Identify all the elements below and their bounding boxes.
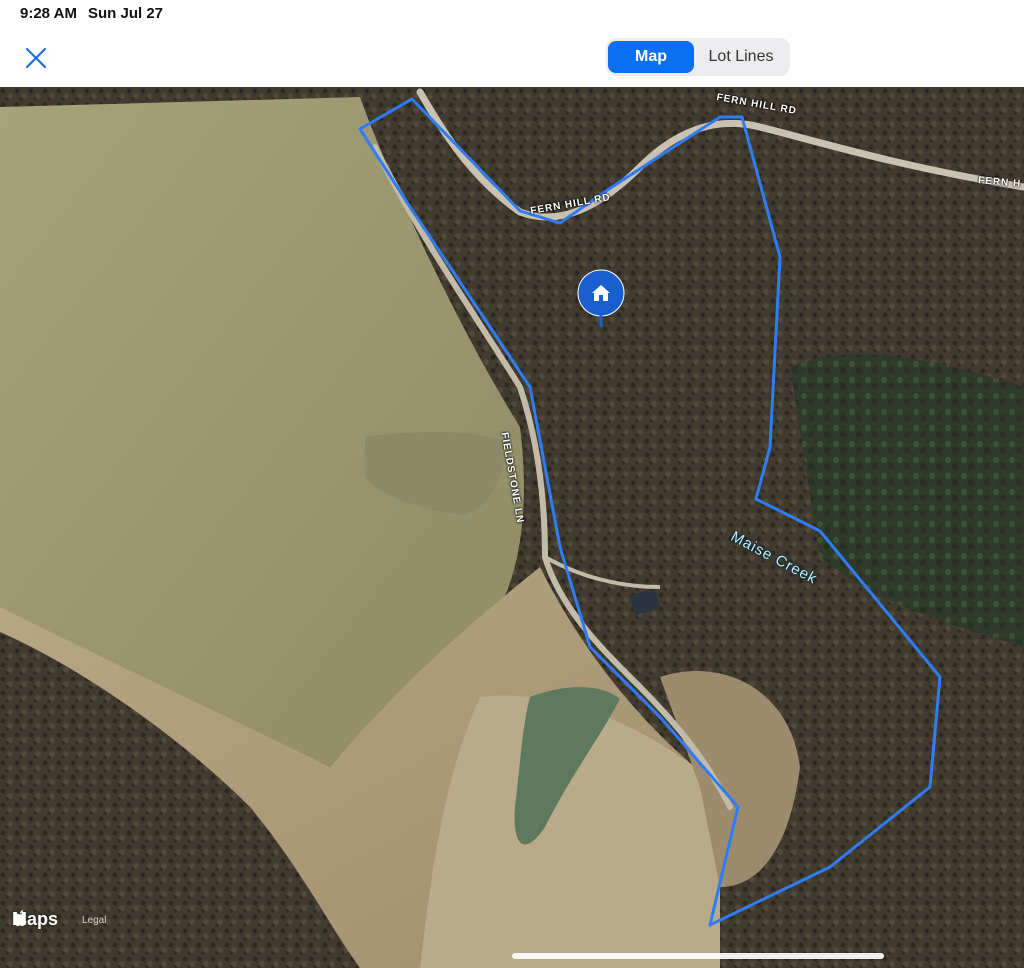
view-segmented-control: Map Lot Lines — [606, 38, 790, 76]
status-bar: 9:28 AM Sun Jul 27 — [0, 0, 1024, 28]
home-pin[interactable] — [577, 269, 625, 329]
header: Map Lot Lines — [0, 28, 1024, 87]
tab-lot-lines[interactable]: Lot Lines — [694, 41, 788, 73]
status-time: 9:28 AM — [20, 5, 77, 22]
status-date: Sun Jul 27 — [88, 5, 164, 22]
satellite-map[interactable]: FERN HILL RD FERN HILL RD FERN H FIELDST… — [0, 87, 1024, 968]
home-icon — [577, 269, 625, 327]
map-imagery — [0, 87, 1024, 968]
close-button[interactable] — [18, 40, 54, 76]
apple-icon — [13, 910, 27, 926]
maps-logo: Maps — [12, 909, 58, 930]
close-icon — [25, 47, 47, 69]
legal-link[interactable]: Legal — [82, 915, 106, 926]
home-indicator[interactable] — [512, 953, 884, 959]
tab-map[interactable]: Map — [608, 41, 694, 73]
